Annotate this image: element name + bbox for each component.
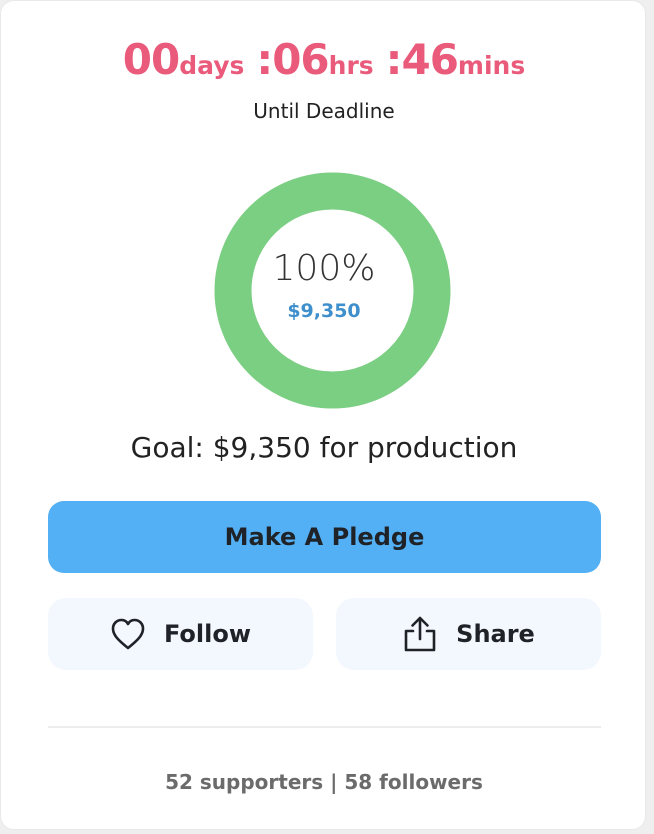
follow-label: Follow [163,620,252,648]
make-pledge-button[interactable]: Make A Pledge [48,501,601,573]
deadline-caption: Until Deadline [253,99,395,123]
countdown-timer: 00days :06hrs :46mins [1,35,647,84]
follow-button[interactable]: Follow [48,598,313,670]
share-button[interactable]: Share [336,598,601,670]
countdown-days-unit: days [179,51,245,80]
share-label: Share [456,620,535,648]
progress-ring-fill [214,172,451,409]
supporters-followers-count: 52 supporters | 58 followers [165,770,483,794]
campaign-card: 00days :06hrs :46mins Until Deadline 100% … [0,0,646,830]
amount-raised: $9,350 [287,300,361,322]
countdown-hours-unit: hrs [328,51,374,80]
heart-icon [110,617,146,651]
countdown-mins-unit: mins [457,51,526,80]
funding-progress-ring: 100% $9,350 [214,172,451,409]
divider [48,726,601,728]
progress-ring-graphic [214,172,451,409]
progress-percent: 100% [272,248,376,289]
countdown-days-value: 00 [122,35,180,84]
share-icon [402,615,438,653]
countdown-hours-value: :06 [256,35,329,84]
funding-goal: Goal: $9,350 for production [130,431,518,464]
countdown-mins-value: :46 [385,35,459,84]
